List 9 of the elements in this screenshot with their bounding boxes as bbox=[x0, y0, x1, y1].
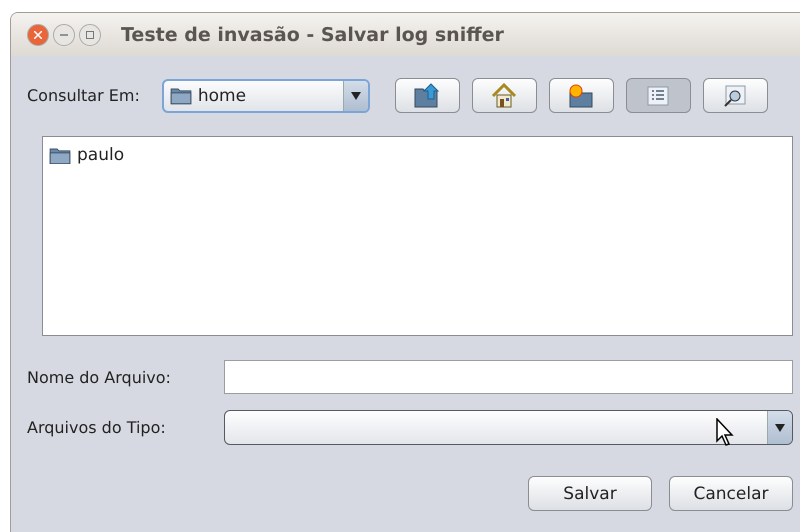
look-in-dropdown[interactable]: home bbox=[162, 78, 370, 112]
cancel-button[interactable]: Cancelar bbox=[669, 476, 793, 511]
file-item[interactable]: paulo bbox=[77, 145, 124, 165]
file-name-label: Nome do Arquivo: bbox=[27, 368, 171, 386]
look-in-value: home bbox=[198, 86, 248, 106]
look-in-label: Consultar Em: bbox=[27, 86, 140, 105]
save-button[interactable]: Salvar bbox=[528, 476, 652, 511]
file-type-label: Arquivos do Tipo: bbox=[27, 418, 166, 437]
window-title: Teste de invasão - Salvar log sniffer bbox=[121, 24, 504, 46]
